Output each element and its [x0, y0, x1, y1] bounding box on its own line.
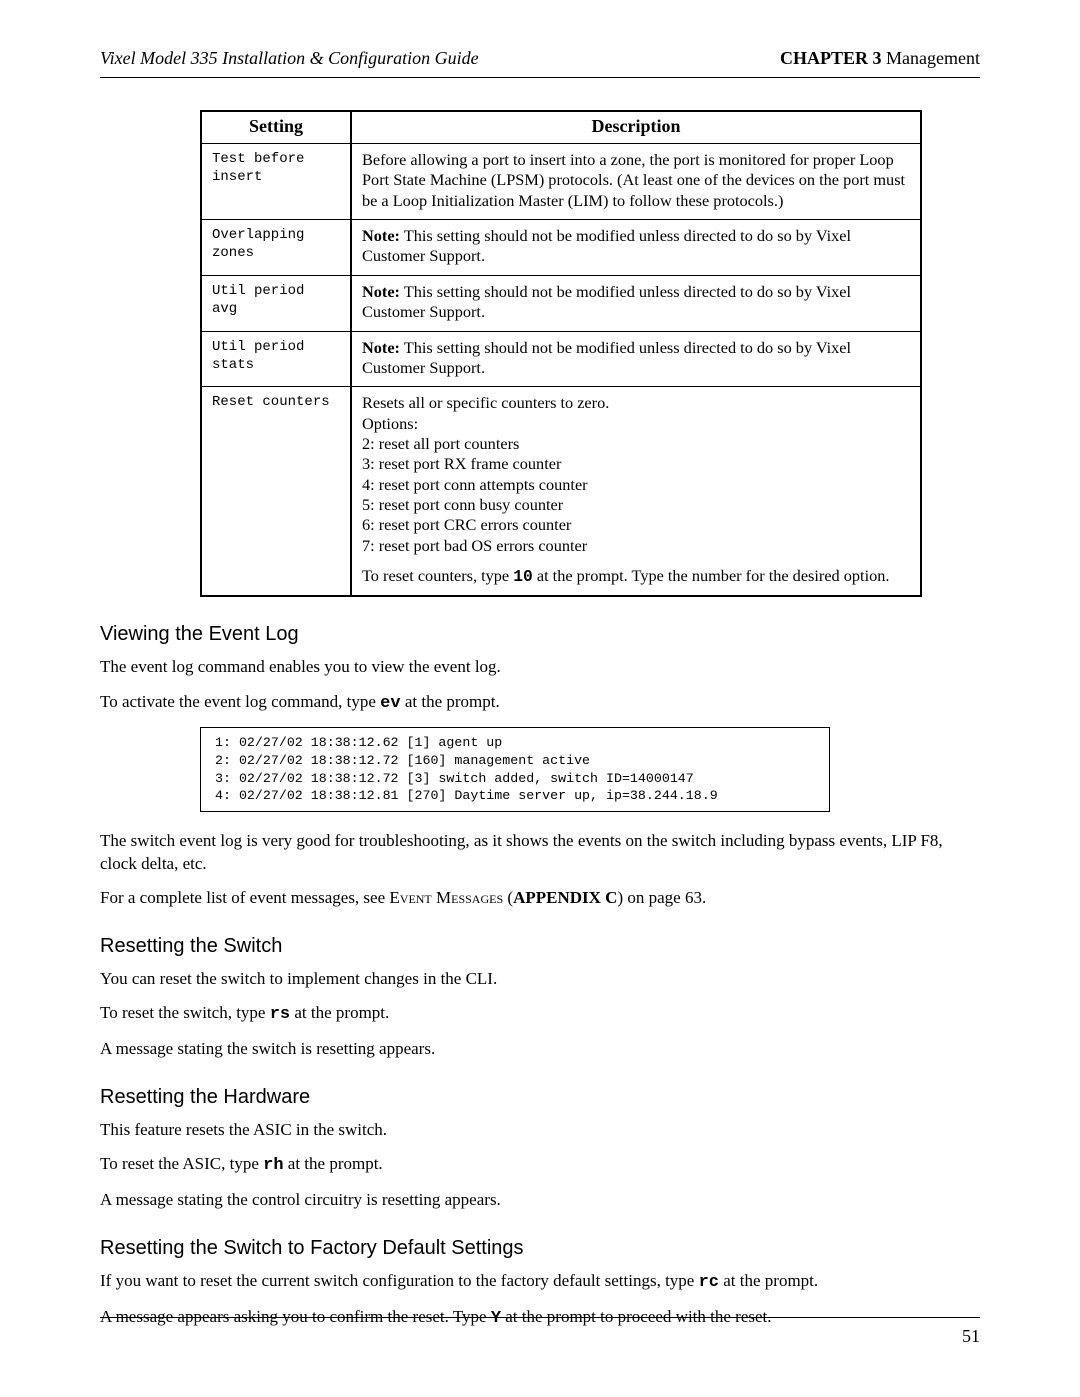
note-label: Note:	[362, 338, 400, 357]
setting-name: Util period stats	[212, 338, 340, 374]
table-row: Util period stats Note: This setting sho…	[201, 331, 921, 387]
code-inline: rs	[270, 1005, 290, 1024]
desc-line: 6: reset port CRC errors counter	[362, 515, 910, 535]
setting-name: Overlapping zones	[212, 226, 340, 262]
table-row: Util period avg Note: This setting shoul…	[201, 275, 921, 331]
desc-line: 7: reset port bad OS errors counter	[362, 536, 910, 556]
chapter-label: CHAPTER 3	[780, 48, 882, 68]
code-inline: rc	[699, 1273, 719, 1292]
code-inline: ev	[380, 694, 400, 713]
setting-desc: Before allowing a port to insert into a …	[351, 144, 921, 220]
note-text: This setting should not be modified unle…	[362, 338, 851, 377]
text: at the prompt.	[290, 1003, 389, 1022]
paragraph: A message stating the switch is resettin…	[100, 1038, 980, 1060]
desc-line: Resets all or specific counters to zero.	[362, 393, 910, 413]
text: If you want to reset the current switch …	[100, 1271, 699, 1290]
note-label: Note:	[362, 282, 400, 301]
setting-desc: Note: This setting should not be modifie…	[351, 275, 921, 331]
paragraph: To activate the event log command, type …	[100, 691, 980, 715]
chapter-heading: CHAPTER 3 Management	[780, 48, 980, 69]
table-row: Overlapping zones Note: This setting sho…	[201, 220, 921, 276]
table-row: Test before insert Before allowing a por…	[201, 144, 921, 220]
text: To reset the switch, type	[100, 1003, 270, 1022]
page-footer: 51	[100, 1317, 980, 1347]
setting-desc: Resets all or specific counters to zero.…	[351, 387, 921, 597]
paragraph: To reset the switch, type rs at the prom…	[100, 1002, 980, 1026]
paragraph: If you want to reset the current switch …	[100, 1270, 980, 1294]
section-heading-factory-reset: Resetting the Switch to Factory Default …	[100, 1237, 980, 1260]
desc-line: Options:	[362, 414, 910, 434]
text: To reset counters, type	[362, 566, 513, 585]
code-inline: 10	[513, 567, 533, 586]
page-number: 51	[962, 1326, 980, 1346]
th-setting: Setting	[201, 111, 351, 144]
setting-name: Reset counters	[212, 393, 340, 411]
paragraph: To reset the ASIC, type rh at the prompt…	[100, 1153, 980, 1177]
paragraph: This feature resets the ASIC in the swit…	[100, 1119, 980, 1141]
doc-title: Vixel Model 335 Installation & Configura…	[100, 48, 479, 69]
section-heading-reset-hardware: Resetting the Hardware	[100, 1086, 980, 1109]
setting-name: Test before insert	[212, 150, 340, 186]
text: (	[503, 888, 513, 907]
page-header: Vixel Model 335 Installation & Configura…	[100, 48, 980, 78]
setting-desc: Note: This setting should not be modifie…	[351, 220, 921, 276]
paragraph: A message stating the control circuitry …	[100, 1189, 980, 1211]
desc-line: 3: reset port RX frame counter	[362, 454, 910, 474]
text: at the prompt. Type the number for the d…	[533, 566, 890, 585]
setting-desc: Note: This setting should not be modifie…	[351, 331, 921, 387]
setting-name: Util period avg	[212, 282, 340, 318]
paragraph: You can reset the switch to implement ch…	[100, 968, 980, 990]
settings-table: Setting Description Test before insert B…	[200, 110, 922, 597]
table-row: Reset counters Resets all or specific co…	[201, 387, 921, 597]
text-smallcaps: Event Messages	[389, 888, 503, 907]
code-inline: rh	[263, 1156, 283, 1175]
chapter-title: Management	[882, 48, 980, 68]
text: For a complete list of event messages, s…	[100, 888, 389, 907]
text: ) on page 63.	[617, 888, 706, 907]
th-description: Description	[351, 111, 921, 144]
desc-line: 4: reset port conn attempts counter	[362, 475, 910, 495]
text: at the prompt.	[719, 1271, 818, 1290]
paragraph: For a complete list of event messages, s…	[100, 887, 980, 909]
note-text: This setting should not be modified unle…	[362, 282, 851, 321]
section-heading-event-log: Viewing the Event Log	[100, 623, 980, 646]
section-heading-reset-switch: Resetting the Switch	[100, 935, 980, 958]
note-text: This setting should not be modified unle…	[362, 226, 851, 265]
text: To activate the event log command, type	[100, 692, 380, 711]
desc-line: 5: reset port conn busy counter	[362, 495, 910, 515]
desc-line: 2: reset all port counters	[362, 434, 910, 454]
paragraph: The event log command enables you to vie…	[100, 656, 980, 678]
note-label: Note:	[362, 226, 400, 245]
appendix-ref: APPENDIX C	[513, 888, 617, 907]
text: at the prompt.	[401, 692, 500, 711]
desc-tail: To reset counters, type 10 at the prompt…	[362, 566, 910, 587]
paragraph: The switch event log is very good for tr…	[100, 830, 980, 874]
text: at the prompt.	[284, 1154, 383, 1173]
event-log-output: 1: 02/27/02 18:38:12.62 [1] agent up 2: …	[200, 727, 830, 813]
text: To reset the ASIC, type	[100, 1154, 263, 1173]
